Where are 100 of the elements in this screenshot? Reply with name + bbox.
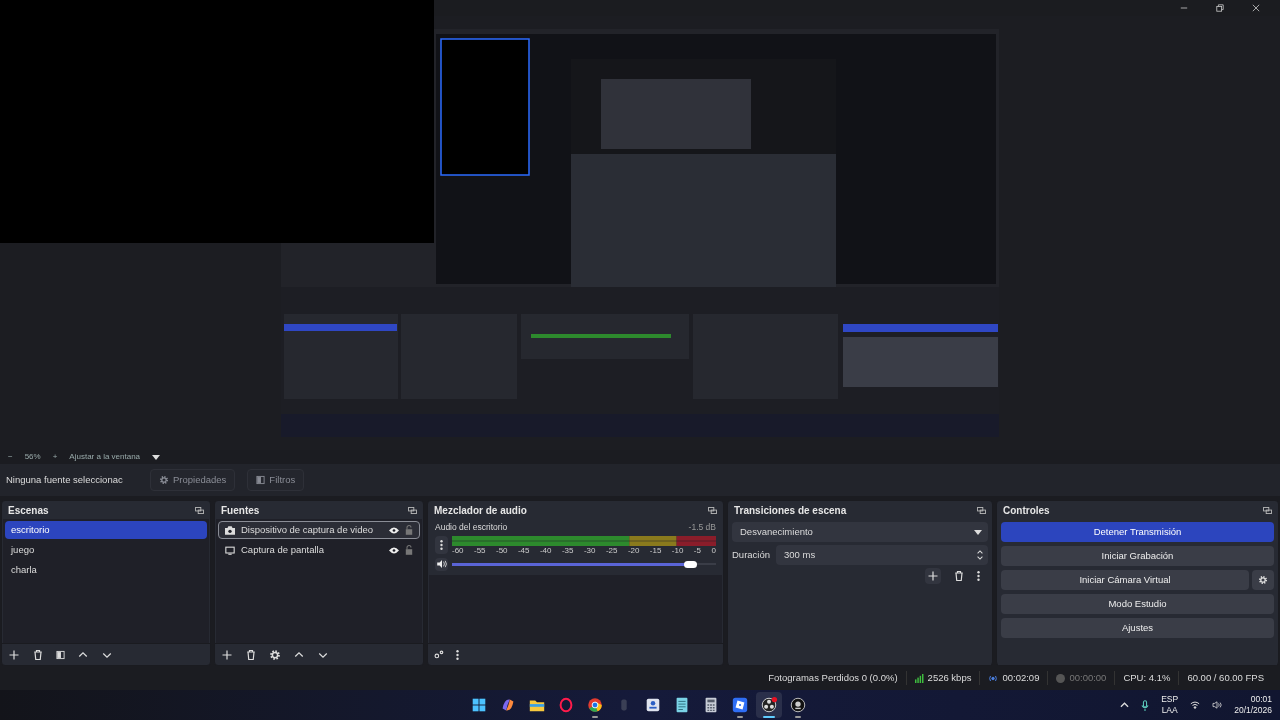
- volume-slider[interactable]: [452, 560, 716, 569]
- meter-tick-label: -20: [627, 545, 640, 556]
- clock[interactable]: 00:01 20/1/2026: [1234, 694, 1272, 716]
- wifi-icon[interactable]: [1190, 701, 1201, 709]
- duration-label: Duración: [732, 547, 771, 562]
- eye-icon[interactable]: [389, 546, 399, 554]
- undock-icon[interactable]: [708, 506, 717, 514]
- control-button[interactable]: Iniciar Grabación: [1001, 546, 1274, 566]
- dropped-frames: Fotogramas Perdidos 0 (0.0%): [760, 670, 906, 686]
- meter-tick-label: -55: [474, 545, 486, 556]
- filter-icon: [256, 475, 266, 485]
- scene-item[interactable]: escritorio: [5, 521, 207, 539]
- zoom-out-button[interactable]: −: [8, 451, 13, 463]
- more-icon[interactable]: [977, 570, 980, 582]
- lock-icon[interactable]: [405, 525, 413, 535]
- running-indicator: [592, 716, 598, 718]
- running-indicator: [763, 716, 775, 718]
- dock-title: Fuentes: [221, 503, 260, 518]
- control-button[interactable]: Ajustes: [1001, 618, 1274, 638]
- selected-source-label: Ninguna fuente seleccionac: [6, 472, 124, 487]
- meter-tick-label: -5: [693, 545, 701, 556]
- zoom-in-button[interactable]: +: [52, 451, 58, 463]
- dock-title: Controles: [1003, 503, 1050, 518]
- source-item[interactable]: Captura de pantalla: [218, 541, 420, 559]
- speaker-icon[interactable]: [436, 560, 447, 569]
- meter-tick-label: -50: [495, 545, 508, 556]
- scene-item[interactable]: charla: [5, 561, 207, 579]
- windows-icon: [470, 696, 488, 714]
- chrome-icon: [586, 696, 604, 714]
- slider-thumb[interactable]: [683, 560, 697, 568]
- cpu-usage: CPU: 4.1%: [1114, 670, 1179, 686]
- volume-icon[interactable]: [1212, 701, 1223, 709]
- minimize-icon[interactable]: [1180, 4, 1188, 12]
- meter-tick-label: -45: [517, 545, 530, 556]
- control-button[interactable]: Modo Estudio: [1001, 594, 1274, 614]
- chevron-up-icon[interactable]: [1120, 702, 1130, 708]
- channel-name: Audio del escritorio: [435, 521, 508, 534]
- dock-title: Transiciones de escena: [734, 503, 847, 518]
- meter-tick-label: -15: [649, 545, 662, 556]
- caret-icon[interactable]: [152, 454, 161, 460]
- camera-icon: [225, 525, 235, 535]
- settings-button[interactable]: [1252, 570, 1274, 590]
- meter-tick-label: -30: [583, 545, 596, 556]
- fps: 60.00 / 60.00 FPS: [1178, 670, 1272, 686]
- meter-tick-label: -40: [539, 545, 552, 556]
- meter-tick-label: -35: [561, 545, 574, 556]
- transition-dropdown[interactable]: Desvanecimiento: [732, 522, 988, 542]
- db-reading: -1.5 dB: [688, 521, 716, 534]
- broadcast-icon: [988, 674, 999, 682]
- meter-tick-label: -25: [605, 545, 618, 556]
- source-label: Captura de pantalla: [241, 542, 325, 557]
- more-icon[interactable]: [456, 648, 459, 661]
- meter-tick-label: -10: [671, 545, 684, 556]
- opera-icon: [557, 696, 575, 714]
- monitor-icon: [225, 545, 235, 555]
- dock-title: Mezclador de audio: [434, 503, 527, 518]
- trash-icon[interactable]: [245, 648, 257, 661]
- record-time: 00:00:00: [1069, 670, 1107, 685]
- trash-icon[interactable]: [32, 648, 44, 661]
- zoom-level: 56%: [24, 451, 41, 463]
- undock-icon[interactable]: [977, 506, 986, 514]
- spinner-icon[interactable]: [976, 548, 984, 562]
- lock-icon[interactable]: [405, 545, 413, 555]
- control-button[interactable]: Iniciar Cámara Virtual: [1001, 570, 1249, 590]
- eye-icon[interactable]: [389, 526, 399, 534]
- restore-icon[interactable]: [1216, 4, 1224, 12]
- language-indicator[interactable]: ESP LAA: [1161, 694, 1179, 716]
- duration-field[interactable]: 300 ms: [776, 545, 988, 565]
- scene-item[interactable]: juego: [5, 541, 207, 559]
- idcard-icon: [644, 696, 662, 714]
- meter-tick-label: 0: [711, 545, 716, 556]
- add-icon[interactable]: [8, 648, 20, 661]
- caret-icon: [974, 529, 982, 535]
- roblox-icon: [731, 696, 749, 714]
- filter-icon[interactable]: [56, 649, 65, 660]
- undock-icon[interactable]: [1263, 506, 1272, 514]
- source-item[interactable]: Dispositivo de captura de video: [218, 521, 420, 539]
- undock-icon[interactable]: [408, 506, 417, 514]
- bitrate: 2526 kbps: [927, 670, 972, 685]
- microphone-icon[interactable]: [1141, 699, 1150, 711]
- signal-icon: [914, 673, 924, 683]
- undock-icon[interactable]: [195, 506, 204, 514]
- running-indicator: [795, 716, 801, 718]
- meter-tick-label: -60: [452, 545, 464, 556]
- close-icon[interactable]: [1252, 4, 1260, 12]
- control-button[interactable]: Detener Transmisión: [1001, 522, 1274, 542]
- running-indicator: [737, 716, 743, 718]
- more-icon[interactable]: [440, 538, 443, 551]
- stream-time: 00:02:09: [1002, 670, 1040, 685]
- taskbar-app[interactable]: [756, 692, 782, 718]
- obs-icon: [760, 696, 778, 714]
- trash-icon[interactable]: [953, 570, 965, 582]
- settings-icon[interactable]: [434, 650, 444, 659]
- record-icon: [1056, 673, 1066, 683]
- webcam-icon: [789, 696, 807, 714]
- dock-title: Escenas: [8, 503, 49, 518]
- fit-dropdown[interactable]: Ajustar a la ventana: [69, 451, 141, 463]
- add-icon[interactable]: [221, 648, 233, 661]
- source-label: Dispositivo de captura de video: [241, 522, 375, 537]
- add-icon[interactable]: [927, 570, 939, 582]
